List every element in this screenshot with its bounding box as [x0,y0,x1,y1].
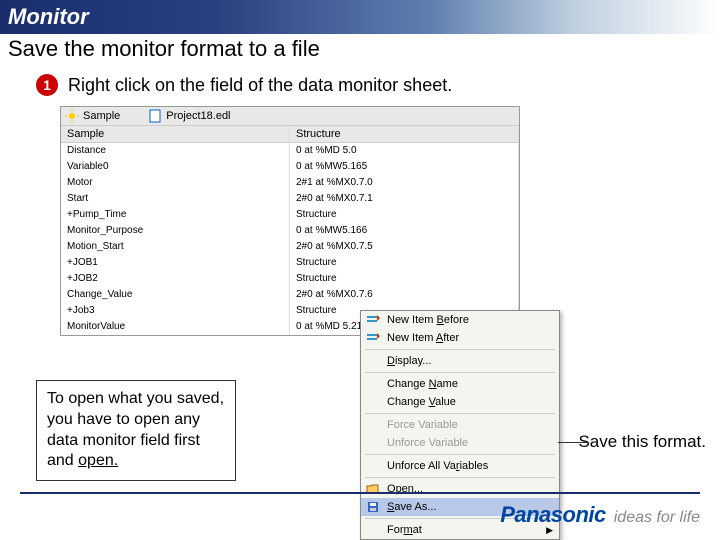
table-cell[interactable]: 2#0 at %MX0.7.1 [290,191,518,207]
step-row: 1 Right click on the field of the data m… [0,74,720,106]
data-monitor-screenshot: Sample Project18.edl Sample DistanceVari… [60,106,520,336]
table-cell[interactable]: Structure [290,271,518,287]
menu-item-label: New Item Before [387,314,469,326]
menu-separator [365,372,555,373]
menu-item[interactable]: Open... [361,480,559,498]
page-subtitle: Save the monitor format to a file [0,34,720,74]
menu-item-label: Display... [387,355,431,367]
toolbar-tab: Project18.edl [166,110,230,122]
note-box: To open what you saved, you have to open… [36,380,236,481]
menu-item[interactable]: Display... [361,352,559,370]
table-cell[interactable]: 2#0 at %MX0.7.5 [290,239,518,255]
menu-item[interactable]: Change Name [361,375,559,393]
table-cell[interactable]: 2#1 at %MX0.7.0 [290,175,518,191]
table-cell[interactable]: Monitor_Purpose [61,223,289,239]
toolbar-label: Sample [83,110,120,122]
menu-separator [365,413,555,414]
brand-tagline: ideas for life [614,509,700,527]
screenshot-table: Sample DistanceVariable0MotorStart+Pump_… [61,126,519,335]
menu-separator [365,454,555,455]
note-underlined: open. [78,452,118,469]
menu-separator [365,349,555,350]
step-number-badge: 1 [36,74,58,96]
table-cell[interactable]: Variable0 [61,159,289,175]
table-cell[interactable]: 0 at %MW5.166 [290,223,518,239]
table-cell[interactable]: Distance [61,143,289,159]
table-cell[interactable]: Structure [290,207,518,223]
menu-item-label: Unforce All Variables [387,460,488,472]
menu-item-label: Format [387,524,422,536]
document-icon [148,109,162,123]
open-icon [365,481,381,497]
menu-item[interactable]: Unforce All Variables [361,457,559,475]
menu-separator [365,477,555,478]
column-header: Sample [61,126,289,143]
table-cell[interactable]: +Job3 [61,303,289,319]
footer-divider [20,492,700,494]
callout-save-format: Save this format. [578,432,706,452]
menu-item[interactable]: Change Value [361,393,559,411]
header-bar: Monitor [0,0,720,34]
column-header: Structure [290,126,518,143]
menu-item[interactable]: New Item After [361,329,559,347]
menu-item-label: Force Variable [387,419,458,431]
footer-logo: Panasonic ideas for life [500,502,700,528]
menu-item: Force Variable [361,416,559,434]
menu-item: Unforce Variable [361,434,559,452]
step-text: Right click on the field of the data mon… [68,75,452,96]
menu-item-label: Save As... [387,501,437,513]
table-cell[interactable]: +Pump_Time [61,207,289,223]
table-cell[interactable]: Motion_Start [61,239,289,255]
menu-item[interactable]: New Item Before [361,311,559,329]
insert-before-icon [365,312,381,328]
header-title: Monitor [8,4,89,29]
note-text: To open what you saved, you have to open… [47,390,224,469]
table-cell[interactable]: 0 at %MD 5.0 [290,143,518,159]
menu-item-label: New Item After [387,332,459,344]
insert-after-icon [365,330,381,346]
menu-item-label: Change Name [387,378,458,390]
screenshot-toolbar: Sample Project18.edl [61,107,519,126]
menu-item-label: Change Value [387,396,456,408]
table-cell[interactable]: Change_Value [61,287,289,303]
table-cell[interactable]: MonitorValue [61,319,289,335]
table-cell[interactable]: 0 at %MW5.165 [290,159,518,175]
save-icon [365,499,381,515]
brand-name: Panasonic [500,502,606,528]
menu-item-label: Unforce Variable [387,437,468,449]
sun-icon [65,109,79,123]
leader-line [558,442,588,443]
table-cell[interactable]: +JOB2 [61,271,289,287]
table-cell[interactable]: +JOB1 [61,255,289,271]
table-cell[interactable]: Motor [61,175,289,191]
table-cell[interactable]: 2#0 at %MX0.7.6 [290,287,518,303]
table-cell[interactable]: Start [61,191,289,207]
table-cell[interactable]: Structure [290,255,518,271]
